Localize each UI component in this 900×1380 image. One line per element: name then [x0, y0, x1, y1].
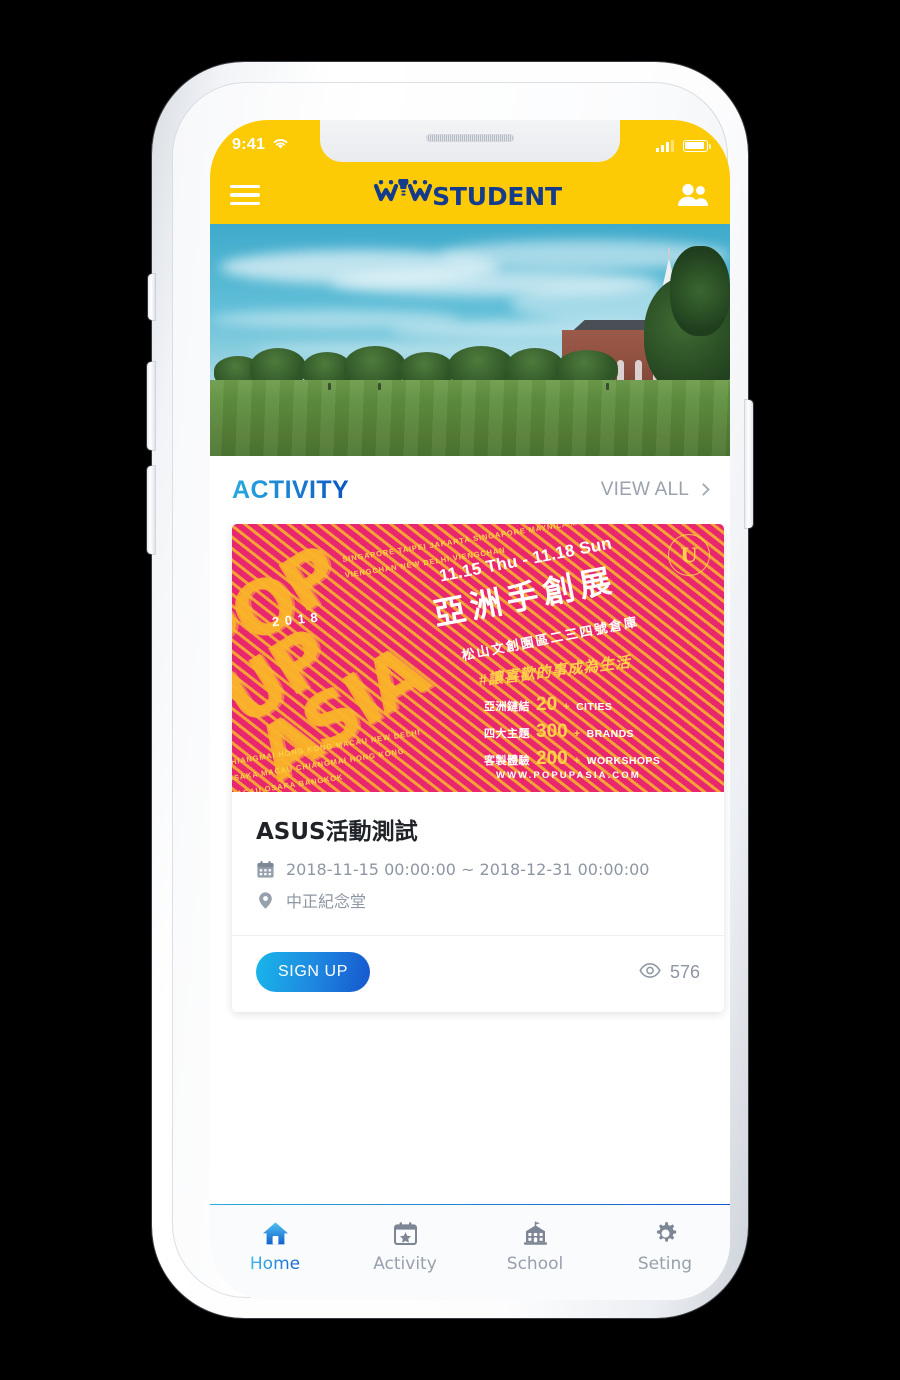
poster-stat-unit: CITIES	[576, 701, 613, 713]
activity-card[interactable]: POP UP ASIA 2 0 1 8 SINGAPORE TAIPEI JAK…	[232, 524, 724, 1012]
app-logo: STUDENT	[374, 179, 562, 211]
silent-switch-button[interactable]	[148, 274, 155, 320]
poster-stat: 客製體驗 200 + WORKSHOPS	[484, 748, 660, 770]
poster-stat-number: 20	[536, 694, 558, 715]
home-icon	[262, 1219, 289, 1247]
person	[328, 383, 331, 390]
activity-location: 中正紀念堂	[286, 892, 367, 911]
app-header-bar: STUDENT	[210, 166, 730, 224]
activity-card-body: ASUS活動測試 2018-11-15 00:00:00 ~ 2018-12-3…	[232, 792, 724, 935]
volume-up-button[interactable]	[147, 362, 155, 450]
status-bar-right	[656, 135, 711, 152]
poster-stat-unit: WORKSHOPS	[586, 755, 661, 767]
cellular-signal-icon	[656, 139, 674, 152]
activity-title: ASUS活動測試	[256, 819, 418, 845]
poster-stat-unit: BRANDS	[586, 728, 634, 740]
activity-section-header: ACTIVITY VIEW ALL	[210, 456, 730, 524]
earpiece-speaker-grille	[426, 134, 514, 142]
poster-stat: 四大主題 300 + BRANDS	[484, 721, 660, 743]
poster-stat-plus: +	[573, 728, 581, 740]
grass-lawn	[210, 380, 730, 456]
view-count-value: 576	[669, 961, 700, 982]
poster-stat-number: 300	[536, 721, 568, 742]
activity-date-row: 2018-11-15 00:00:00 ~ 2018-12-31 00:00:0…	[256, 860, 700, 879]
steeple-finial	[668, 248, 670, 260]
device-notch	[320, 120, 620, 162]
chevron-right-icon	[697, 483, 710, 496]
activity-card-footer: SIGN UP 576	[232, 935, 724, 1012]
calendar-icon	[256, 860, 275, 879]
gear-icon	[653, 1219, 678, 1247]
location-pin-icon	[256, 891, 275, 910]
tab-setting[interactable]: Seting	[600, 1219, 730, 1274]
poster-cities-bottom: CHIANGMAI HONG KONG MACAU NEW DELHI OSAK…	[232, 727, 422, 792]
sign-up-button[interactable]: SIGN UP	[256, 952, 370, 992]
poster-url: WWW.POPUPASIA.COM	[496, 770, 641, 781]
screenshot-stage: 9:41 STUDENT ACTIVITY VIEW ALL POP UP AS…	[0, 0, 900, 1380]
page-title: ACTIVITY	[232, 475, 350, 504]
poster-year: 2 0 1 8	[271, 609, 320, 630]
volume-down-button[interactable]	[147, 466, 155, 554]
hero-campus-image	[210, 224, 730, 456]
calendar-star-icon	[393, 1219, 418, 1247]
wifi-icon	[272, 132, 289, 155]
tab-home[interactable]: Home	[210, 1219, 340, 1274]
tab-label-school: School	[506, 1254, 564, 1274]
battery-icon	[683, 139, 711, 152]
school-building-icon	[522, 1219, 549, 1247]
activity-poster-image[interactable]: POP UP ASIA 2 0 1 8 SINGAPORE TAIPEI JAK…	[232, 524, 724, 792]
poster-stat-label: 客製體驗	[484, 755, 530, 767]
view-count: 576	[639, 962, 700, 983]
poster-stat-label: 四大主題	[484, 728, 530, 740]
tab-activity[interactable]: Activity	[340, 1219, 470, 1274]
tab-school[interactable]: School	[470, 1219, 600, 1274]
phone-screen: 9:41 STUDENT ACTIVITY VIEW ALL POP UP AS…	[210, 120, 730, 1300]
users-icon[interactable]	[676, 182, 710, 208]
hamburger-menu-icon[interactable]	[230, 180, 260, 210]
poster-stat-plus: +	[563, 701, 571, 713]
bottom-tab-bar: Home Activity School Seting	[210, 1204, 730, 1300]
app-logo-text: STUDENT	[432, 182, 562, 211]
activity-location-row: 中正紀念堂	[256, 888, 700, 912]
tab-label-setting: Seting	[637, 1254, 693, 1274]
poster-stat-plus: +	[573, 755, 581, 767]
phone-device-frame: 9:41 STUDENT ACTIVITY VIEW ALL POP UP AS…	[147, 62, 753, 1318]
person	[378, 383, 381, 390]
activity-date-range: 2018-11-15 00:00:00 ~ 2018-12-31 00:00:0…	[286, 860, 650, 879]
poster-stat: 亞洲鏈結 20 + CITIES	[484, 694, 660, 716]
tab-label-home: Home	[249, 1254, 301, 1274]
view-all-button[interactable]: VIEW ALL	[600, 479, 710, 501]
foreground-tree	[670, 246, 730, 336]
status-time: 9:41	[232, 136, 266, 153]
phone-bezel: 9:41 STUDENT ACTIVITY VIEW ALL POP UP AS…	[172, 82, 730, 1300]
power-button[interactable]	[745, 400, 753, 528]
tab-label-activity: Activity	[373, 1254, 437, 1274]
status-bar-left: 9:41	[232, 132, 289, 155]
poster-stat-label: 亞洲鏈結	[484, 701, 530, 713]
activity-card-carousel[interactable]: POP UP ASIA 2 0 1 8 SINGAPORE TAIPEI JAK…	[210, 524, 730, 1204]
eye-icon	[639, 962, 661, 983]
wow-mark-icon	[374, 179, 433, 202]
poster-stats-list: 亞洲鏈結 20 + CITIES 四大主題 300 + BRANDS 客製體驗 …	[484, 694, 660, 775]
poster-stat-number: 200	[536, 748, 568, 769]
circular-brand-stamp-icon: U	[668, 534, 710, 576]
person	[606, 383, 609, 390]
view-all-label: VIEW ALL	[600, 479, 689, 500]
